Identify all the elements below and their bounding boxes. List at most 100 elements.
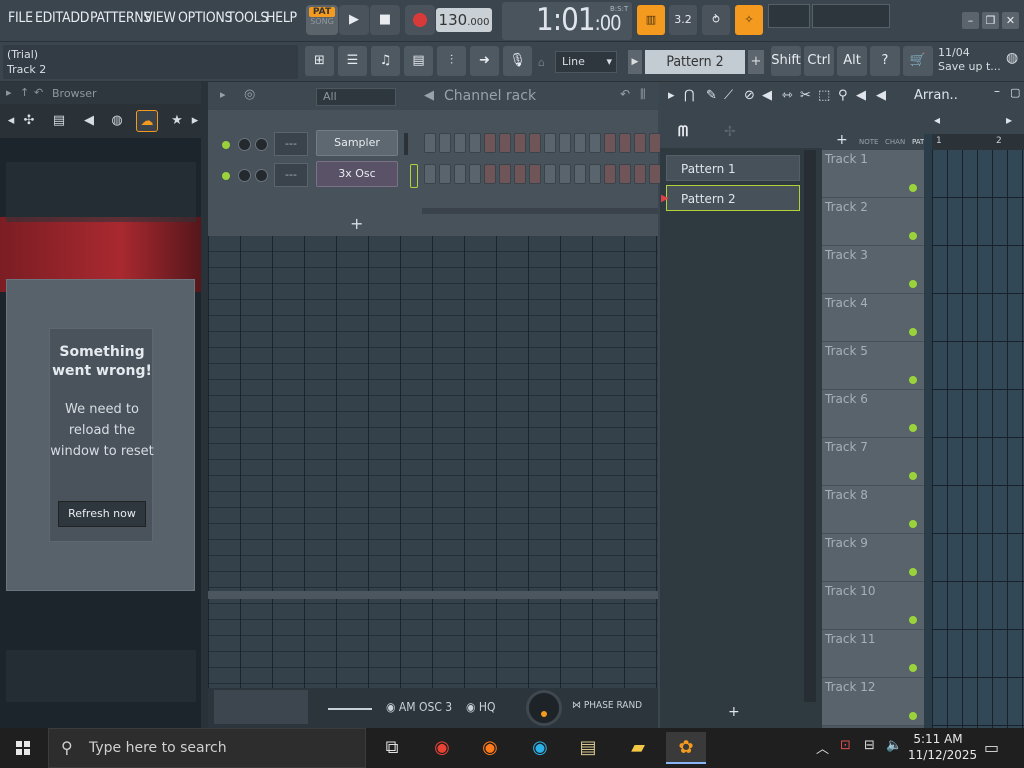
step-button[interactable] [499, 164, 511, 184]
menu-help[interactable]: HELP [266, 10, 297, 26]
grid-divider[interactable] [208, 591, 658, 599]
pat-filter[interactable]: PAT [912, 138, 924, 146]
step-button[interactable] [484, 164, 496, 184]
close-button[interactable]: ✕ [1002, 12, 1019, 29]
volume-knob[interactable] [238, 169, 251, 182]
mixer-track-box[interactable]: --- [274, 132, 308, 156]
playlist-options-icon[interactable]: ▸ [668, 88, 675, 103]
scroll-right-icon[interactable]: ▸ [1006, 113, 1012, 127]
track-header[interactable]: Track 4 [822, 294, 924, 342]
channel-rack-button[interactable]: ☰ [338, 46, 367, 76]
mute-icon[interactable]: ◀ [762, 88, 772, 103]
track-led[interactable] [909, 424, 917, 432]
step-button[interactable] [424, 164, 436, 184]
step-button[interactable] [514, 133, 526, 153]
shift-key-button[interactable]: Shift [771, 46, 801, 76]
timeline-ruler[interactable]: 1 2 [932, 134, 1024, 150]
track-led[interactable] [909, 232, 917, 240]
brush-icon[interactable]: ⟋ [724, 88, 733, 103]
track-header[interactable]: Track 1 [822, 150, 924, 198]
arrangement-grid[interactable]: ◂ ▸ 1 2 [924, 110, 1024, 728]
step-button[interactable] [514, 164, 526, 184]
volume-knob[interactable] [238, 138, 251, 151]
slider-line[interactable] [328, 708, 372, 710]
track-led[interactable] [909, 280, 917, 288]
arrangement-lanes[interactable] [932, 150, 1024, 728]
track-led[interactable] [909, 184, 917, 192]
step-sequencer-row[interactable] [424, 164, 664, 186]
chrome-app[interactable]: ◉ [422, 732, 462, 764]
step-button[interactable] [469, 164, 481, 184]
pat-song-toggle[interactable]: PAT SONG [306, 5, 338, 35]
back-icon[interactable]: ↶ [34, 86, 43, 99]
menu-edit[interactable]: EDIT [35, 10, 63, 26]
mixer-button[interactable]: ▤ [404, 46, 433, 76]
step-button[interactable] [529, 133, 541, 153]
loop-record-button[interactable]: ⥁ [702, 5, 730, 35]
mixer-track-box[interactable]: --- [274, 163, 308, 187]
globe-icon[interactable]: ◍ [1006, 50, 1018, 66]
step-button[interactable] [604, 133, 616, 153]
track-header[interactable]: Track 8 [822, 486, 924, 534]
magnet-icon[interactable]: ⋂ [684, 88, 695, 103]
pattern-item-2[interactable]: ▶ Pattern 2 [661, 185, 800, 211]
piano-icon[interactable]: ᗰ [678, 124, 688, 140]
add-pattern-list-button[interactable]: + [728, 704, 740, 720]
channel-led[interactable] [222, 172, 230, 180]
delete-icon[interactable]: ⊘ [744, 88, 755, 103]
chevron-right-icon[interactable]: ▸ [184, 110, 201, 132]
volume-icon[interactable]: 🔈 [886, 738, 902, 753]
step-button[interactable] [484, 133, 496, 153]
hq-control[interactable]: ◉ HQ [466, 700, 495, 714]
track-header[interactable]: Track 10 [822, 582, 924, 630]
edge-app[interactable]: ◉ [520, 732, 560, 764]
piano-roll-button[interactable]: ♫ [371, 46, 400, 76]
chan-filter[interactable]: CHAN [885, 138, 905, 146]
step-button[interactable] [634, 164, 646, 184]
task-view-button[interactable]: ⧉ [372, 732, 412, 764]
track-header[interactable]: Track 3 [822, 246, 924, 294]
pan-knob[interactable] [255, 138, 268, 151]
speaker-tab-icon[interactable]: ◀ [78, 110, 100, 132]
menu-tools[interactable]: TOOLS [227, 10, 268, 26]
slip-icon[interactable]: ⇿ [782, 88, 793, 103]
playback-icon[interactable]: ◀ [856, 88, 866, 103]
step-button[interactable] [544, 164, 556, 184]
rack-scrollbar[interactable] [422, 208, 658, 214]
ctrl-key-button[interactable]: Ctrl [804, 46, 834, 76]
add-channel-button[interactable]: + [350, 214, 363, 233]
taskbar-search[interactable]: ⚲ Type here to search [48, 728, 366, 768]
step-button[interactable] [589, 164, 601, 184]
rack-options-icon[interactable]: ▸ [220, 88, 226, 101]
channel-filter-dropdown[interactable]: All [316, 88, 396, 106]
play-button[interactable]: ▶ [339, 5, 369, 35]
plugin-picker-button[interactable]: ⫶ [437, 46, 466, 76]
help-button[interactable]: ? [870, 46, 900, 76]
pencil-icon[interactable]: ✎ [706, 88, 717, 103]
scroll-left-icon[interactable]: ◂ [934, 113, 940, 127]
maximize-button[interactable]: ❐ [982, 12, 999, 29]
firefox-app[interactable]: ◉ [470, 732, 510, 764]
step-button[interactable] [634, 133, 646, 153]
track-header[interactable]: Track 12 [822, 678, 924, 726]
fl-studio-app[interactable]: ✿ [666, 732, 706, 764]
playlist-button[interactable]: ⊞ [305, 46, 334, 76]
track-led[interactable] [909, 472, 917, 480]
add-track-button[interactable]: + [836, 132, 848, 148]
track-header[interactable]: Track 11 [822, 630, 924, 678]
step-button[interactable] [454, 164, 466, 184]
minimize-button[interactable]: – [962, 12, 979, 29]
pan-knob[interactable] [255, 169, 268, 182]
note-filter[interactable]: NOTE [859, 138, 878, 146]
track-header[interactable]: Track 5 [822, 342, 924, 390]
step-button[interactable] [439, 133, 451, 153]
pattern-prev-button[interactable]: ▶ [628, 50, 642, 74]
track-header[interactable]: Track 9 [822, 534, 924, 582]
alt-key-button[interactable]: Alt [837, 46, 867, 76]
taskbar-clock[interactable]: 5:11 AM 11/12/2025 [908, 731, 977, 763]
step-edit-button[interactable]: 3.2 [669, 5, 697, 35]
menu-view[interactable]: VIEW [144, 10, 176, 26]
browser-options-icon[interactable]: ▸ [6, 86, 12, 99]
arrow-button[interactable]: ➜ [470, 46, 499, 76]
track-led[interactable] [909, 712, 917, 720]
